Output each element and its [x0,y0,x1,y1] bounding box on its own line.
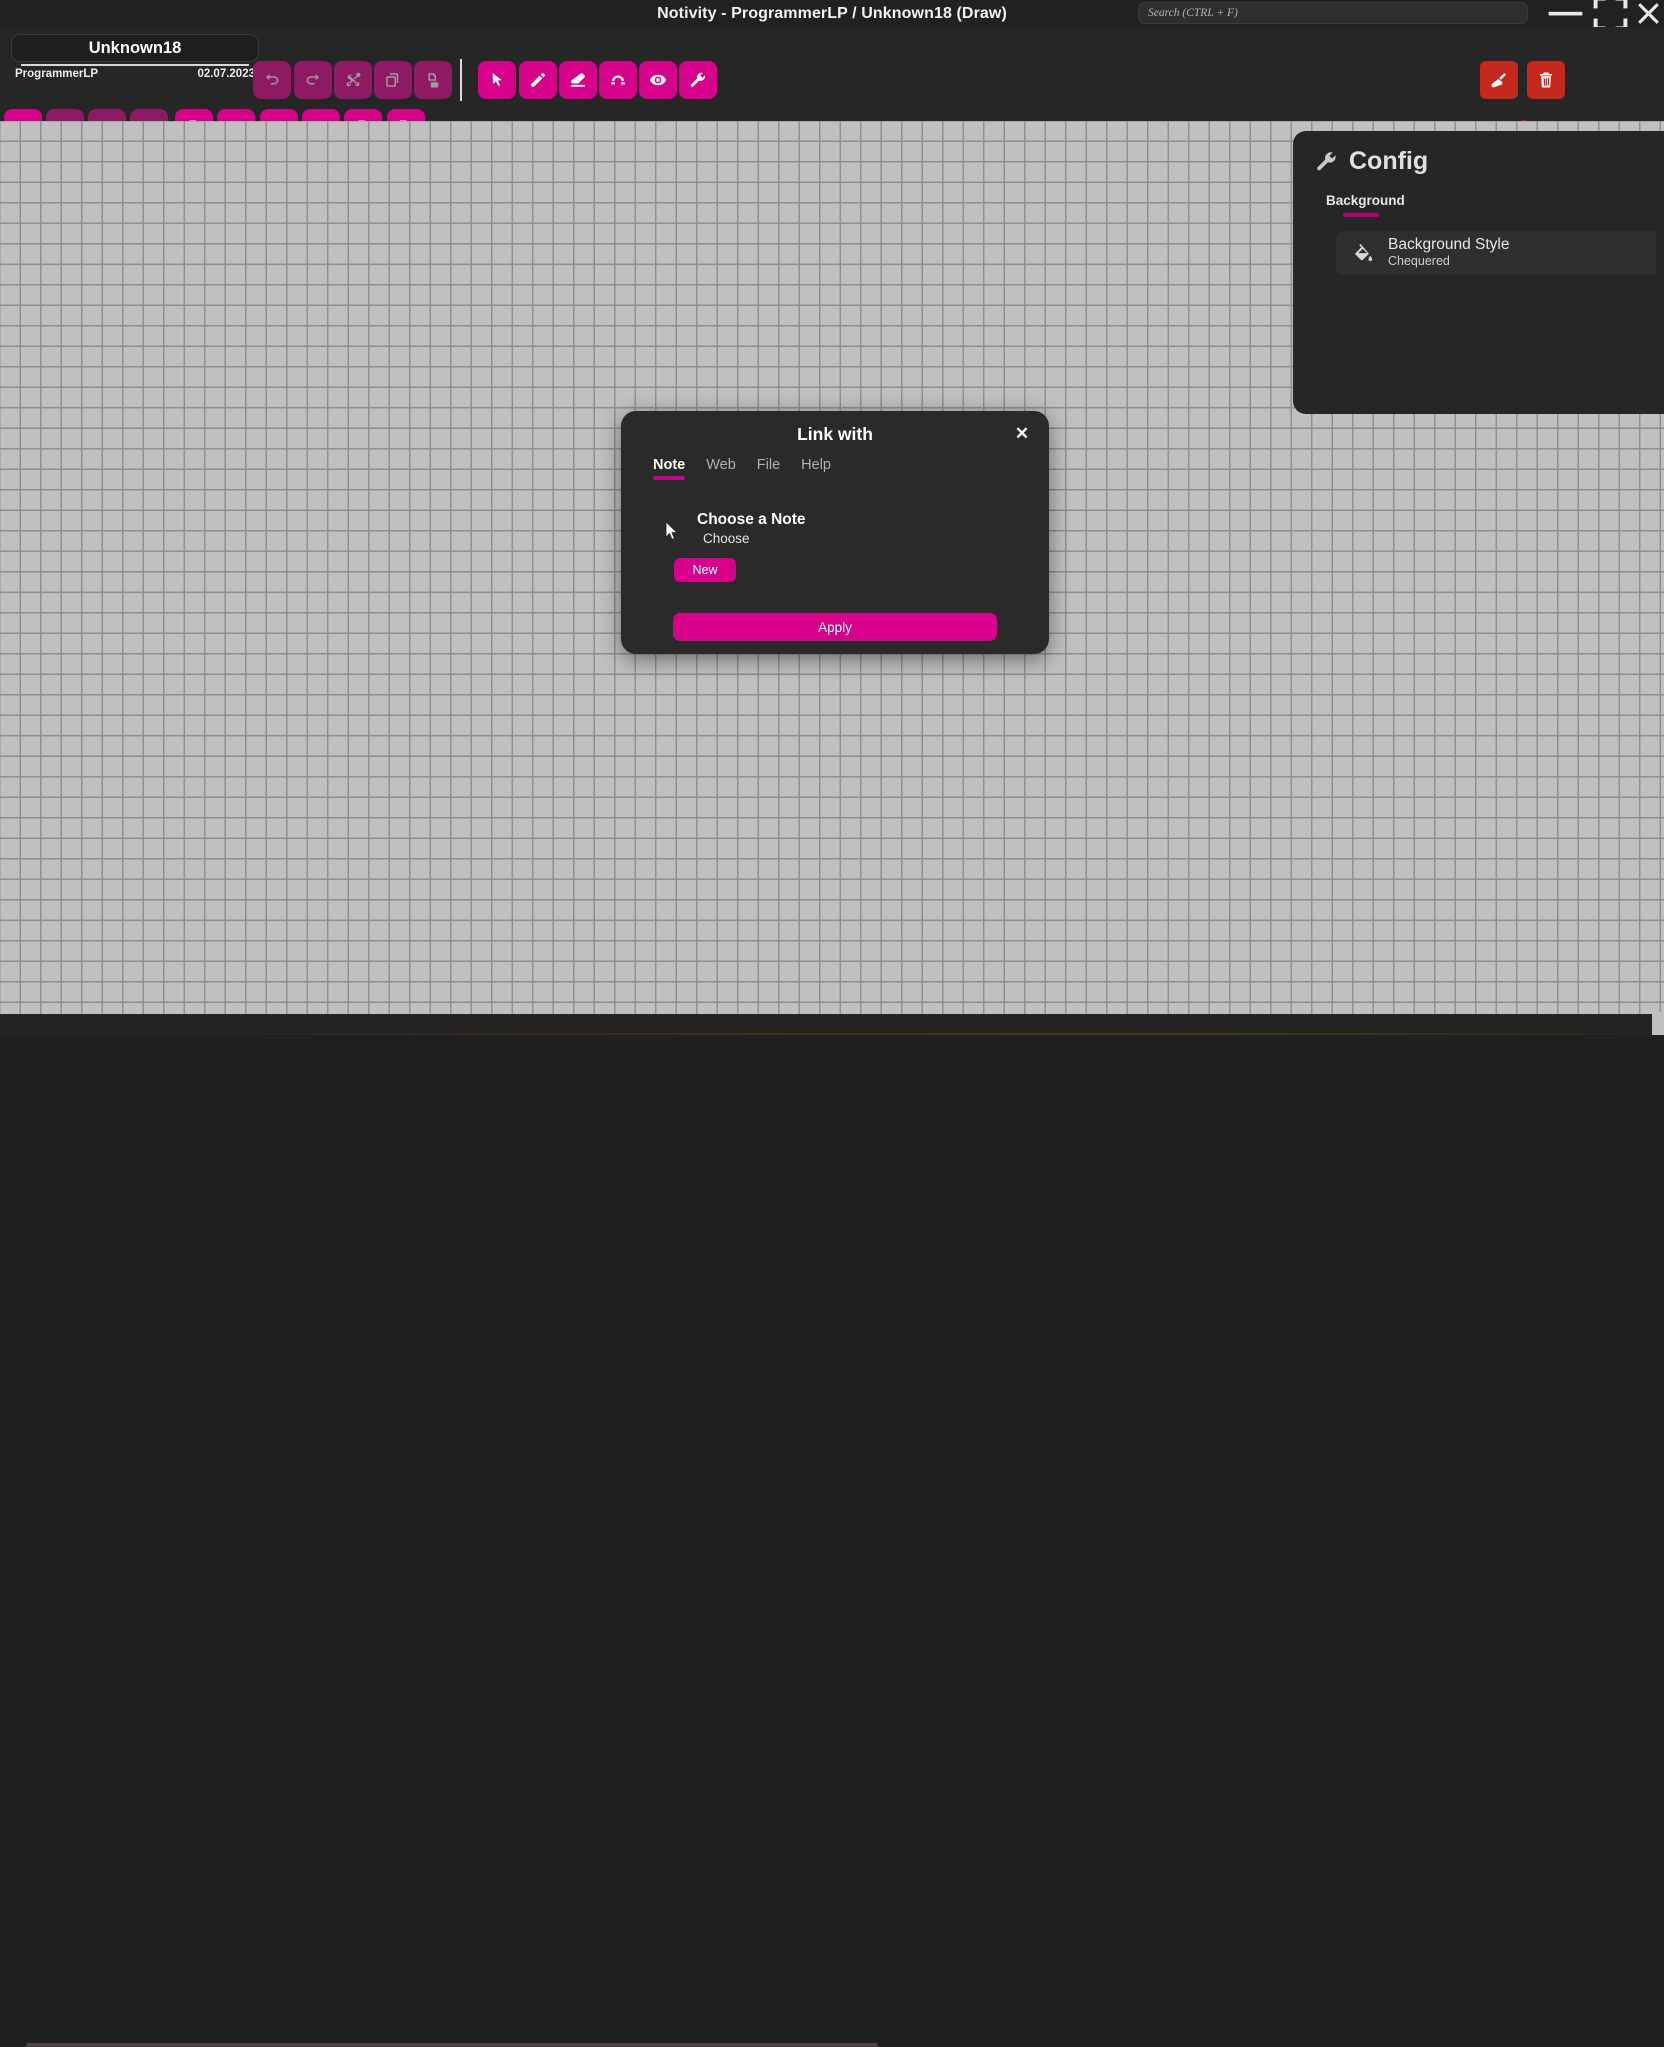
cut-button[interactable] [334,61,372,99]
scrollbar-corner [1652,1012,1664,1035]
new-note-button[interactable]: New [674,558,736,582]
document-name-block: ProgrammerLP 02.07.2023 [11,34,259,80]
link-with-dialog: Link with ✕ Note Web File Help Choose a … [621,411,1049,654]
wrench-icon [1315,150,1338,173]
tab-help-label: Help [801,457,831,473]
document-name-input[interactable] [11,34,259,62]
paint-bucket-icon [1352,242,1374,264]
document-date: 02.07.2023 [197,68,255,80]
background-style-value: Chequered [1388,254,1510,270]
title-bar: Notivity - ProgrammerLP / Unknown18 (Dra… [0,0,1664,27]
broom-icon [1490,71,1508,89]
choose-note-field[interactable]: Choose a Note Choose [697,511,1049,546]
tab-note[interactable]: Note [653,457,685,483]
eye-icon [649,71,667,89]
choose-note-value: Choose [703,531,1049,546]
tab-file[interactable]: File [757,457,780,483]
config-header: Config [1315,147,1664,176]
tab-web-label: Web [706,457,736,473]
wrench-icon [689,71,707,89]
document-author: ProgrammerLP [15,68,98,80]
tab-note-label: Note [653,457,685,473]
undo-icon [263,71,281,89]
copy-icon [384,71,402,89]
background-style-text: Background Style Chequered [1388,236,1510,269]
tab-web-underline [706,476,736,480]
pencil-icon [529,71,547,89]
horizontal-scrollbar-track[interactable] [0,1014,1664,1035]
window-close-button[interactable] [1633,0,1664,27]
eraser-tool-button[interactable] [559,61,597,99]
shapes-icon [609,71,627,89]
paste-button[interactable] [414,61,452,99]
dialog-tabs: Note Web File Help [653,457,1049,483]
trash-icon [1537,71,1555,89]
config-section-underline [1343,213,1379,217]
horizontal-scrollbar-thumb[interactable] [26,2043,878,2047]
tab-file-label: File [757,457,780,473]
document-name-underline [21,64,249,66]
background-style-title: Background Style [1388,236,1510,254]
search-input[interactable] [1138,2,1528,24]
window-minimize-button[interactable] [1543,0,1588,27]
search-field-wrapper [1138,2,1528,24]
choose-note-label: Choose a Note [697,511,1049,529]
cursor-arrow-icon [488,71,506,89]
copy-button[interactable] [374,61,412,99]
scissors-icon [344,71,362,89]
apply-button[interactable]: Apply [673,613,997,641]
eraser-icon [569,71,587,89]
toolbar: ProgrammerLP 02.07.2023 [0,27,1664,121]
clear-canvas-button[interactable] [1480,61,1518,99]
document-meta: ProgrammerLP 02.07.2023 [15,68,255,80]
tab-file-underline [757,476,780,480]
window-restore-button[interactable] [1588,0,1633,27]
pen-tool-button[interactable] [519,61,557,99]
delete-button[interactable] [1527,61,1565,99]
paste-icon [424,71,442,89]
redo-button[interactable] [294,61,332,99]
dialog-close-button[interactable]: ✕ [1010,422,1034,446]
close-icon [1633,0,1664,29]
config-panel: Config Background Background Style Chequ… [1293,131,1664,414]
undo-button[interactable] [253,61,291,99]
select-tool-button[interactable] [478,61,516,99]
tab-help[interactable]: Help [801,457,831,483]
view-tool-button[interactable] [639,61,677,99]
redo-icon [304,71,322,89]
config-section-label: Background [1326,193,1664,208]
toolbar-separator [460,59,462,101]
background-style-card[interactable]: Background Style Chequered [1336,231,1656,275]
shape-tool-button[interactable] [599,61,637,99]
tab-note-underline [653,476,685,480]
tab-help-underline [801,476,831,480]
config-title: Config [1349,147,1428,176]
dialog-title: Link with [621,411,1049,445]
config-tool-button[interactable] [679,61,717,99]
tab-web[interactable]: Web [706,457,736,483]
